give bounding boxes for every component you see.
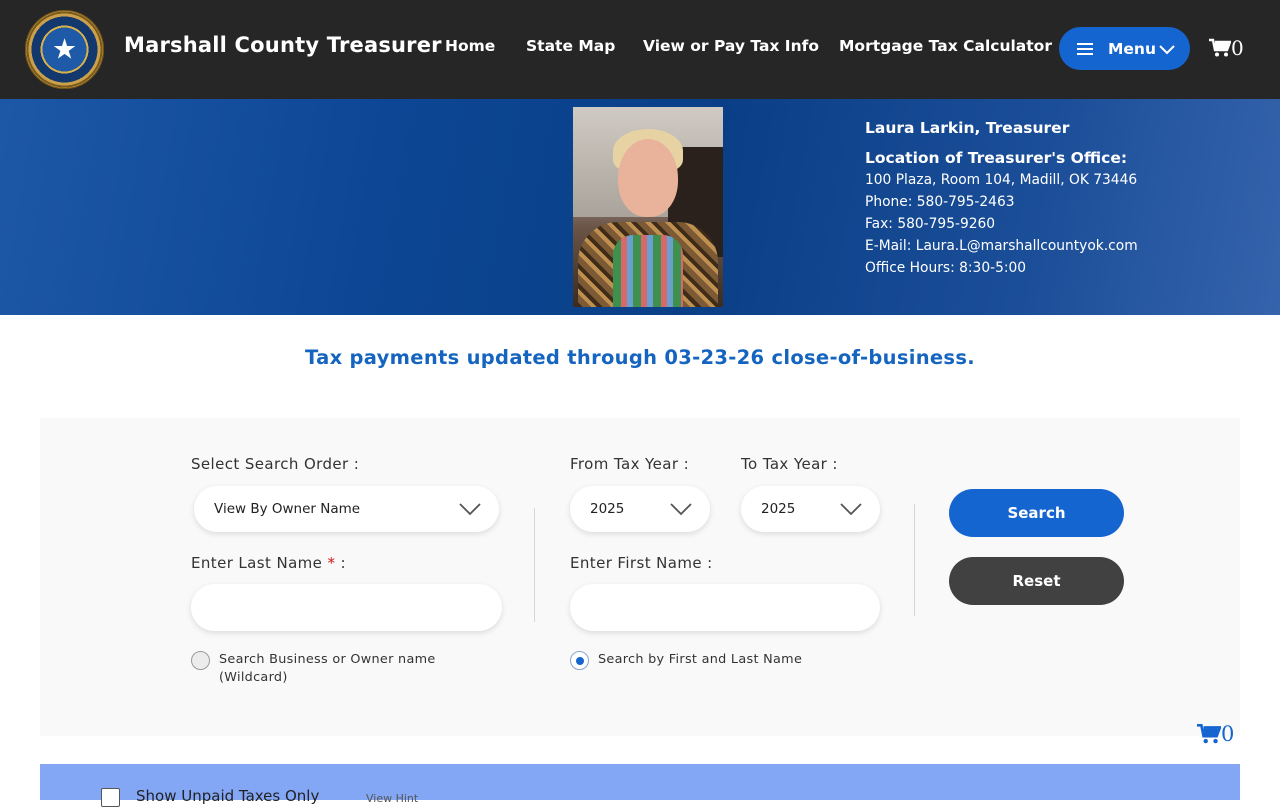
seal-star-icon: ★ [51, 31, 78, 65]
last-name-input[interactable] [191, 584, 502, 631]
state-seal-logo[interactable]: ★ [25, 10, 104, 89]
first-name-input[interactable] [570, 584, 880, 631]
office-hours: Office Hours: 8:30-5:00 [865, 260, 1027, 276]
nav-view-or-pay-tax-info[interactable]: View or Pay Tax Info [643, 37, 819, 55]
office-email[interactable]: E-Mail: Laura.L@marshallcountyok.com [865, 238, 1138, 254]
chevron-down-icon [840, 503, 862, 516]
view-hint-link[interactable]: View Hint [366, 792, 418, 805]
reset-button[interactable]: Reset [949, 557, 1124, 605]
nav-home[interactable]: Home [445, 37, 495, 55]
cart-count: 0 [1231, 36, 1244, 60]
chevron-down-icon [459, 503, 481, 516]
nav-state-map[interactable]: State Map [526, 37, 615, 55]
radio-wildcard-label: Search Business or Owner name (Wildcard) [219, 652, 436, 685]
last-name-label: Enter Last Name * : [191, 554, 346, 572]
top-navigation-bar: ★ Marshall County Treasurer Home State M… [0, 0, 1280, 99]
cart-button[interactable]: 0 [1209, 36, 1244, 60]
treasurer-contact-info: Laura Larkin, Treasurer Location of Trea… [865, 119, 1138, 276]
search-order-select[interactable]: View By Owner Name [194, 486, 499, 532]
chevron-down-icon [1159, 44, 1175, 54]
site-title[interactable]: Marshall County Treasurer [124, 33, 442, 57]
radio-wildcard-search[interactable] [191, 651, 210, 670]
from-tax-year-value: 2025 [590, 501, 625, 517]
column-divider [914, 504, 915, 616]
search-order-label: Select Search Order : [191, 455, 360, 473]
cart-icon [1209, 38, 1231, 57]
cart-secondary-count: 0 [1221, 722, 1235, 746]
search-button[interactable]: Search [949, 489, 1124, 537]
cart-icon [1197, 723, 1221, 744]
radio-first-last-label: Search by First and Last Name [598, 652, 803, 667]
office-phone: Phone: 580-795-2463 [865, 194, 1015, 210]
results-filter-bar: Show Unpaid Taxes Only View Hint [40, 764, 1240, 807]
search-order-value: View By Owner Name [214, 501, 361, 517]
first-name-label: Enter First Name : [570, 554, 713, 572]
to-tax-year-select[interactable]: 2025 [741, 486, 880, 532]
treasurer-banner: Laura Larkin, Treasurer Location of Trea… [0, 99, 1280, 315]
from-tax-year-label: From Tax Year : [570, 455, 690, 473]
to-tax-year-value: 2025 [761, 501, 796, 517]
office-address: 100 Plaza, Room 104, Madill, OK 73446 [865, 172, 1138, 188]
unpaid-only-checkbox[interactable] [101, 788, 120, 807]
unpaid-only-label[interactable]: Show Unpaid Taxes Only [136, 787, 319, 805]
payments-updated-notice: Tax payments updated through 03-23-26 cl… [305, 346, 975, 369]
hamburger-icon [1077, 43, 1093, 55]
menu-button[interactable]: Menu [1059, 27, 1190, 70]
menu-button-label: Menu [1108, 39, 1157, 58]
treasurer-name: Laura Larkin, Treasurer [865, 119, 1070, 137]
column-divider [534, 508, 535, 622]
office-fax: Fax: 580-795-9260 [865, 216, 996, 232]
chevron-down-icon [670, 503, 692, 516]
cart-secondary-button[interactable]: 0 [1197, 722, 1234, 746]
nav-mortgage-tax-calculator[interactable]: Mortgage Tax Calculator [839, 37, 1052, 55]
treasurer-photo [573, 107, 723, 307]
radio-first-last-name[interactable] [570, 651, 589, 670]
from-tax-year-select[interactable]: 2025 [570, 486, 710, 532]
to-tax-year-label: To Tax Year : [741, 455, 838, 473]
office-location-heading: Location of Treasurer's Office: [865, 149, 1128, 167]
